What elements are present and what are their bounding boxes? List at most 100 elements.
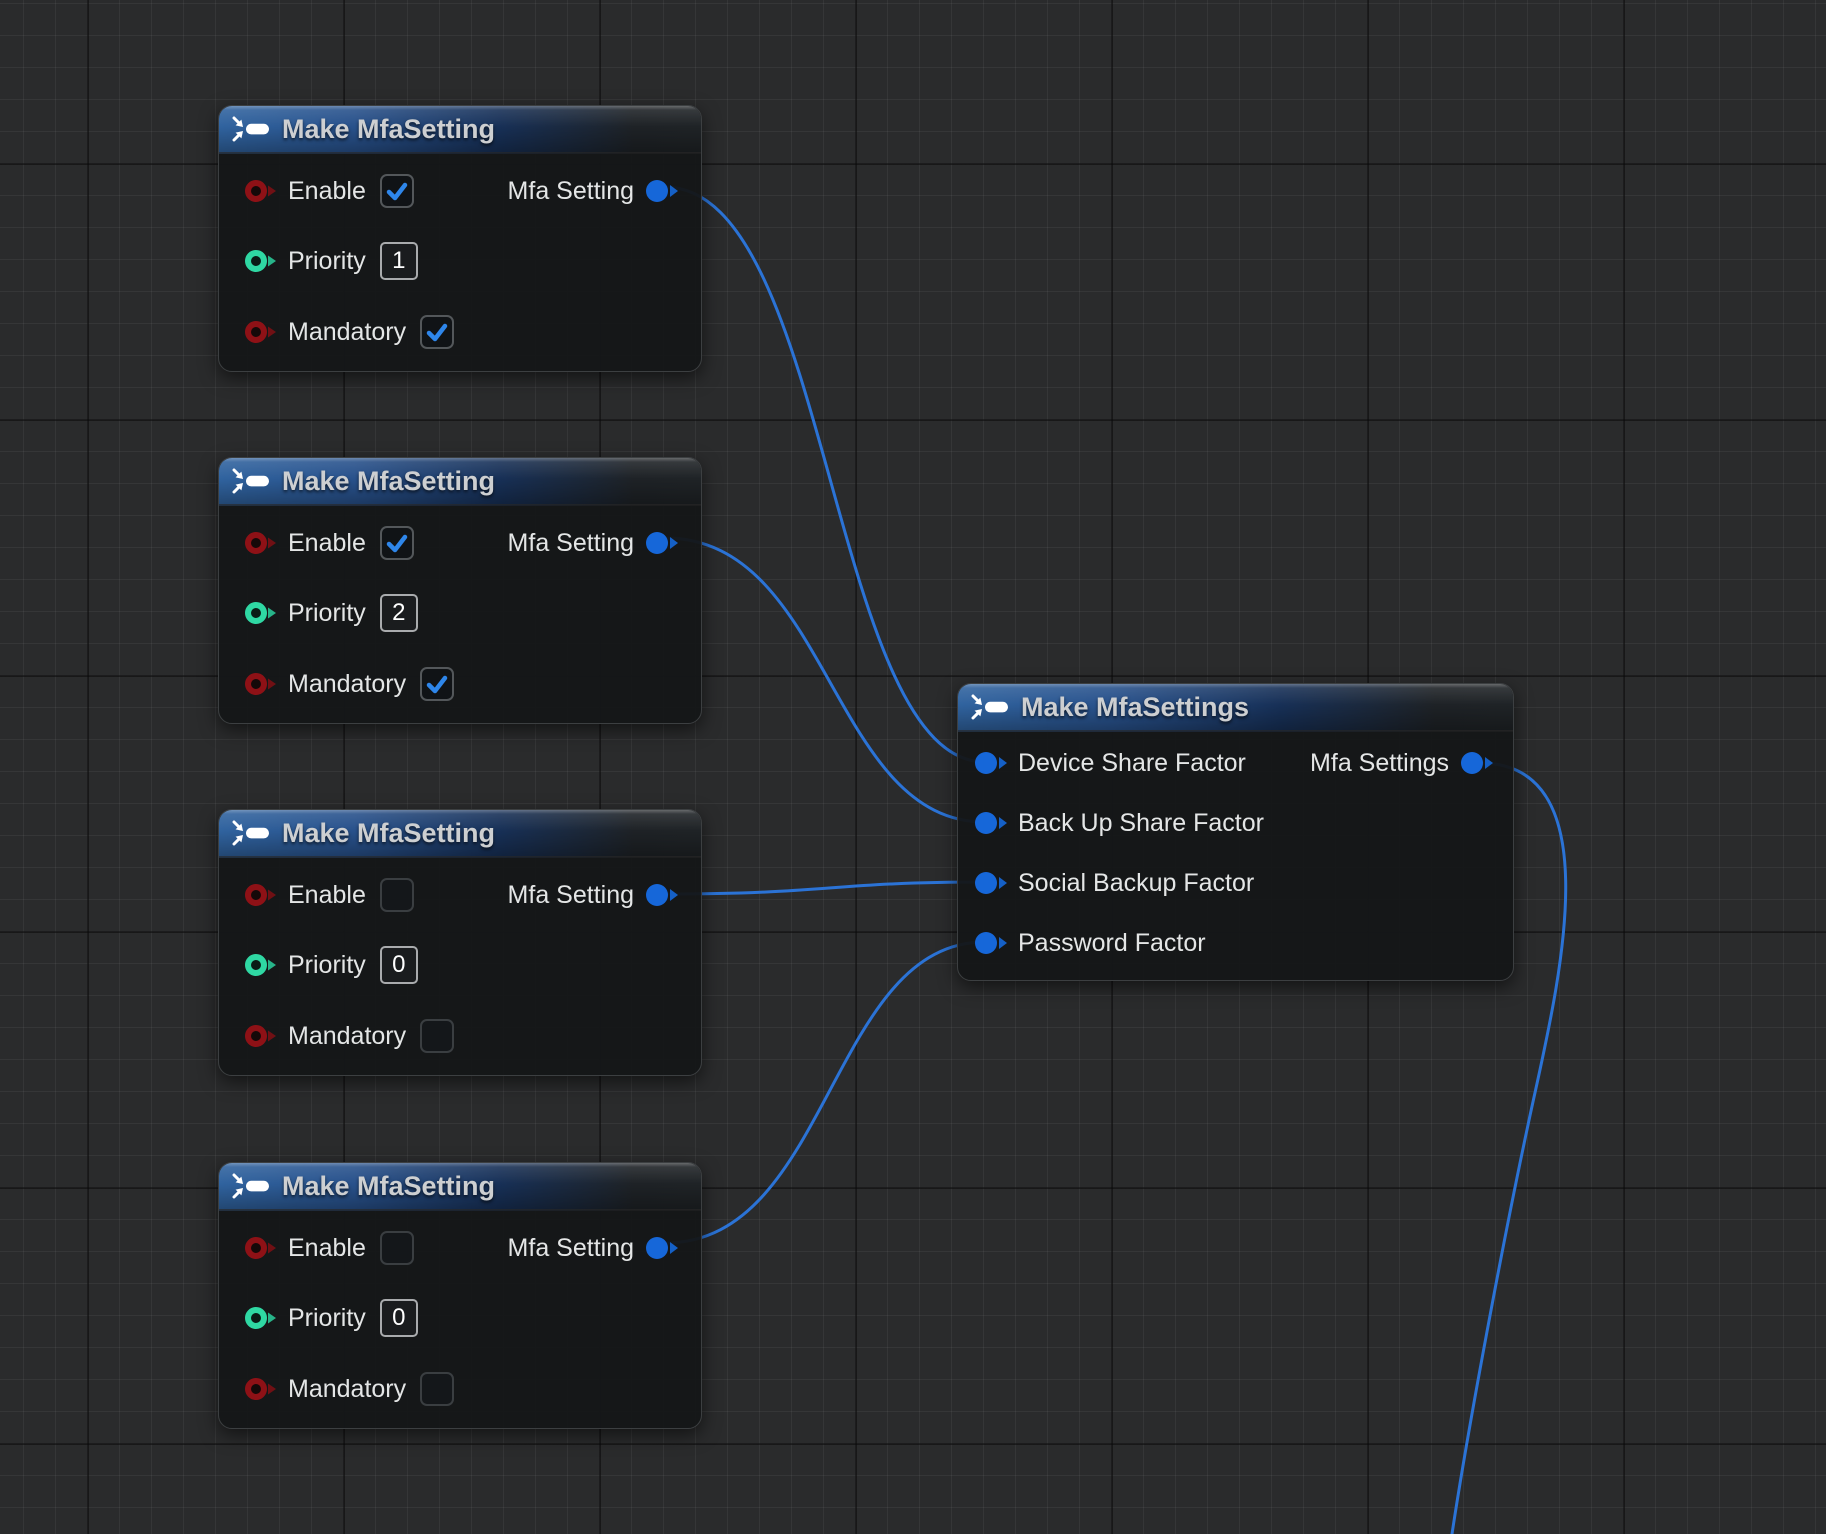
- pin-label: Mandatory: [288, 1022, 406, 1051]
- check-icon: [385, 531, 409, 555]
- pin-label: Password Factor: [1018, 929, 1206, 958]
- mandatory-checkbox[interactable]: [420, 1372, 454, 1406]
- priority-value-input[interactable]: 0: [380, 946, 418, 984]
- node-make-mfasetting-2[interactable]: Make MfaSetting Enable Priority 2: [218, 457, 702, 724]
- pin-label: Mfa Setting: [508, 177, 634, 206]
- node-header[interactable]: Make MfaSetting: [219, 458, 701, 506]
- int-input-pin-icon[interactable]: [244, 249, 280, 273]
- enable-checkbox[interactable]: [380, 1231, 414, 1265]
- pin-label: Mfa Settings: [1310, 749, 1449, 778]
- pin-row-mandatory: Mandatory: [219, 656, 454, 712]
- struct-output-pin-icon[interactable]: [644, 530, 684, 556]
- wire-node4-to-password-factor[interactable]: [665, 942, 985, 1243]
- node-title: Make MfaSetting: [282, 114, 495, 145]
- pin-label: Mfa Setting: [508, 529, 634, 558]
- pin-row-mandatory: Mandatory: [219, 1361, 454, 1417]
- pin-label: Priority: [288, 1304, 366, 1333]
- bool-input-pin-icon[interactable]: [244, 1024, 280, 1048]
- pin-row-priority: Priority 0: [219, 937, 418, 993]
- make-struct-icon: [971, 694, 1011, 720]
- pin-label: Mandatory: [288, 1375, 406, 1404]
- pin-label: Mfa Setting: [508, 881, 634, 910]
- pin-label: Enable: [288, 1234, 366, 1263]
- bool-input-pin-icon[interactable]: [244, 320, 280, 344]
- struct-input-pin-icon[interactable]: [974, 750, 1010, 776]
- enable-checkbox[interactable]: [380, 878, 414, 912]
- pin-label: Priority: [288, 599, 366, 628]
- pin-label: Mfa Setting: [508, 1234, 634, 1263]
- int-input-pin-icon[interactable]: [244, 953, 280, 977]
- check-icon: [425, 672, 449, 696]
- node-make-mfasettings[interactable]: Make MfaSettings Device Share Factor Bac…: [957, 683, 1514, 981]
- struct-input-pin-icon[interactable]: [974, 930, 1010, 956]
- mandatory-checkbox[interactable]: [420, 1019, 454, 1053]
- wire-node3-to-social-backup-factor[interactable]: [665, 882, 985, 894]
- priority-value-input[interactable]: 0: [380, 1299, 418, 1337]
- pin-row-priority: Priority 1: [219, 233, 418, 289]
- node-make-mfasetting-4[interactable]: Make MfaSetting Enable Priority 0: [218, 1162, 702, 1429]
- make-struct-icon: [232, 468, 272, 494]
- bool-input-pin-icon[interactable]: [244, 531, 280, 555]
- mandatory-checkbox[interactable]: [420, 667, 454, 701]
- pin-row-mfa-settings-output: Mfa Settings: [1310, 738, 1513, 788]
- int-input-pin-icon[interactable]: [244, 1306, 280, 1330]
- struct-input-pin-icon[interactable]: [974, 870, 1010, 896]
- bool-input-pin-icon[interactable]: [244, 883, 280, 907]
- pin-row-mfa-setting-output: Mfa Setting: [508, 163, 701, 219]
- node-header[interactable]: Make MfaSetting: [219, 1163, 701, 1211]
- bool-input-pin-icon[interactable]: [244, 1377, 280, 1401]
- pin-row-mandatory: Mandatory: [219, 1008, 454, 1064]
- int-input-pin-icon[interactable]: [244, 601, 280, 625]
- pin-row-enable: Enable: [219, 867, 414, 923]
- pin-row-backup-share-factor: Back Up Share Factor: [958, 798, 1264, 848]
- pin-label: Device Share Factor: [1018, 749, 1246, 778]
- node-make-mfasetting-1[interactable]: Make MfaSetting Enable Priority 1: [218, 105, 702, 372]
- pin-row-priority: Priority 2: [219, 585, 418, 641]
- node-header[interactable]: Make MfaSetting: [219, 106, 701, 154]
- node-title: Make MfaSettings: [1021, 692, 1249, 723]
- check-icon: [425, 320, 449, 344]
- struct-output-pin-icon[interactable]: [644, 178, 684, 204]
- pin-row-mfa-setting-output: Mfa Setting: [508, 867, 701, 923]
- node-title: Make MfaSetting: [282, 818, 495, 849]
- node-header[interactable]: Make MfaSettings: [958, 684, 1513, 732]
- make-struct-icon: [232, 820, 272, 846]
- node-title: Make MfaSetting: [282, 466, 495, 497]
- pin-row-password-factor: Password Factor: [958, 918, 1206, 968]
- enable-checkbox[interactable]: [380, 526, 414, 560]
- pin-label: Priority: [288, 951, 366, 980]
- make-struct-icon: [232, 116, 272, 142]
- pin-row-device-share-factor: Device Share Factor: [958, 738, 1246, 788]
- enable-checkbox[interactable]: [380, 174, 414, 208]
- pin-label: Enable: [288, 529, 366, 558]
- blueprint-graph-canvas[interactable]: Make MfaSetting Enable Priority 1: [0, 0, 1826, 1534]
- pin-label: Mandatory: [288, 670, 406, 699]
- pin-row-priority: Priority 0: [219, 1290, 418, 1346]
- bool-input-pin-icon[interactable]: [244, 179, 280, 203]
- pin-row-mfa-setting-output: Mfa Setting: [508, 1220, 701, 1276]
- priority-value-input[interactable]: 2: [380, 594, 418, 632]
- pin-label: Social Backup Factor: [1018, 869, 1254, 898]
- struct-output-pin-icon[interactable]: [1459, 750, 1499, 776]
- bool-input-pin-icon[interactable]: [244, 672, 280, 696]
- mandatory-checkbox[interactable]: [420, 315, 454, 349]
- bool-input-pin-icon[interactable]: [244, 1236, 280, 1260]
- struct-input-pin-icon[interactable]: [974, 810, 1010, 836]
- pin-row-social-backup-factor: Social Backup Factor: [958, 858, 1254, 908]
- struct-output-pin-icon[interactable]: [644, 882, 684, 908]
- make-struct-icon: [232, 1173, 272, 1199]
- pin-label: Enable: [288, 881, 366, 910]
- struct-output-pin-icon[interactable]: [644, 1235, 684, 1261]
- wire-node2-to-backup-share-factor[interactable]: [665, 538, 985, 822]
- pin-row-enable: Enable: [219, 163, 414, 219]
- node-header[interactable]: Make MfaSetting: [219, 810, 701, 858]
- node-make-mfasetting-3[interactable]: Make MfaSetting Enable Priority 0: [218, 809, 702, 1076]
- node-title: Make MfaSetting: [282, 1171, 495, 1202]
- pin-label: Mandatory: [288, 318, 406, 347]
- pin-label: Priority: [288, 247, 366, 276]
- check-icon: [385, 179, 409, 203]
- pin-row-enable: Enable: [219, 515, 414, 571]
- pin-row-mfa-setting-output: Mfa Setting: [508, 515, 701, 571]
- priority-value-input[interactable]: 1: [380, 242, 418, 280]
- pin-row-enable: Enable: [219, 1220, 414, 1276]
